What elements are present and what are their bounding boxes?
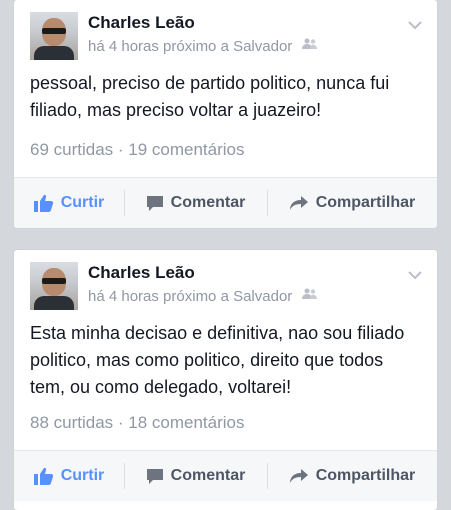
- post-meta: há 4 horas próximo a Salvador: [88, 38, 318, 55]
- thumbs-up-icon: [33, 194, 53, 212]
- reaction-counts[interactable]: 69 curtidas · 19 comentários: [30, 140, 245, 160]
- share-arrow-icon: [289, 469, 308, 483]
- post-timestamp-location[interactable]: há 4 horas próximo a Salvador: [88, 288, 292, 305]
- comment-label: Comentar: [170, 467, 246, 484]
- post-text: pessoal, preciso de partido politico, nu…: [30, 73, 390, 120]
- reaction-counts[interactable]: 88 curtidas · 18 comentários: [30, 413, 245, 433]
- like-label: Curtir: [60, 194, 105, 211]
- comment-button[interactable]: Comentar: [124, 451, 267, 501]
- post-card: Charles Leão há 4 horas próximo a Salvad…: [14, 0, 437, 228]
- post-timestamp-location[interactable]: há 4 horas próximo a Salvador: [88, 38, 292, 55]
- avatar[interactable]: [30, 12, 78, 60]
- share-button[interactable]: Compartilhar: [267, 178, 437, 228]
- chevron-down-icon[interactable]: [407, 18, 423, 30]
- avatar[interactable]: [30, 262, 78, 310]
- post-card: Charles Leão há 4 horas próximo a Salvad…: [14, 250, 437, 510]
- thumbs-up-icon: [33, 467, 53, 485]
- comment-label: Comentar: [170, 194, 246, 211]
- post-text: Esta minha decisao e definitiva, nao sou…: [30, 323, 405, 397]
- friends-icon: [302, 37, 318, 54]
- comment-bubble-icon: [146, 468, 163, 484]
- chevron-down-icon[interactable]: [407, 268, 423, 280]
- like-label: Curtir: [60, 467, 105, 484]
- author-name[interactable]: Charles Leão: [88, 13, 195, 33]
- like-button[interactable]: Curtir: [14, 451, 124, 501]
- comment-button[interactable]: Comentar: [124, 178, 267, 228]
- post-meta: há 4 horas próximo a Salvador: [88, 288, 318, 305]
- action-bar: Curtir Comentar Compartilhar: [14, 177, 437, 228]
- author-name[interactable]: Charles Leão: [88, 263, 195, 283]
- share-label: Compartilhar: [315, 194, 416, 211]
- action-bar: Curtir Comentar Compartilhar: [14, 450, 437, 501]
- comment-bubble-icon: [146, 195, 163, 211]
- share-label: Compartilhar: [315, 467, 416, 484]
- share-arrow-icon: [289, 196, 308, 210]
- share-button[interactable]: Compartilhar: [267, 451, 437, 501]
- like-button[interactable]: Curtir: [14, 178, 124, 228]
- friends-icon: [302, 287, 318, 304]
